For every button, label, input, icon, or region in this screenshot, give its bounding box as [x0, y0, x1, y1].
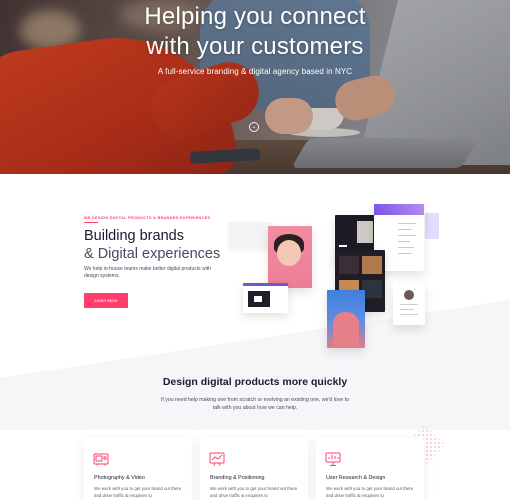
collage-window-card — [243, 283, 288, 313]
learn-more-button[interactable]: Learn More — [84, 293, 128, 308]
service-card-title: User Research & Design — [326, 475, 386, 481]
list-line — [398, 229, 412, 230]
gallery-thumb — [339, 256, 359, 274]
dark-card-photo — [357, 221, 373, 243]
list-line — [398, 241, 410, 242]
list-line — [398, 223, 416, 224]
design-section-title: Design digital products more quickly — [162, 376, 348, 388]
eyebrow-underline — [84, 222, 98, 223]
profile-line — [400, 314, 418, 315]
camera-video-icon — [93, 452, 109, 466]
service-card-title: Photography & Video — [94, 475, 145, 481]
list-line — [398, 253, 412, 254]
brand-eyebrow: WE DESIGN DIGITAL PRODUCTS & BRANDED EXP… — [84, 216, 211, 220]
hero-title: Helping you connect with your customers — [0, 2, 510, 62]
collage-lilac-card — [425, 213, 439, 239]
service-card-photography[interactable]: Photography & Video We work with you to … — [84, 438, 192, 500]
avatar — [404, 290, 414, 300]
list-line — [398, 247, 414, 248]
profile-line — [400, 309, 414, 310]
service-card-description: We work with you to get your brand out t… — [326, 486, 414, 498]
collage-architecture-image — [327, 290, 365, 348]
collage-profile-card — [393, 283, 425, 325]
chart-board-icon — [209, 452, 225, 466]
brand-title-line1: Building brands — [84, 228, 184, 244]
window-titlebar — [243, 283, 288, 286]
collage-portrait-image — [268, 226, 312, 288]
gallery-thumb — [362, 280, 382, 298]
hero-title-line2: with your customers — [146, 33, 364, 60]
service-card-user-research[interactable]: User Research & Design We work with you … — [316, 438, 424, 500]
service-card-branding[interactable]: Branding & Positioning We work with you … — [200, 438, 308, 500]
list-line — [398, 235, 416, 236]
dark-card-label — [339, 245, 347, 247]
scroll-down-button[interactable]: ⌄ — [249, 122, 259, 132]
portrait-face — [277, 240, 301, 266]
profile-line — [400, 304, 418, 305]
service-card-description: We work with you to get your brand out t… — [94, 486, 182, 498]
presentation-icon — [325, 452, 341, 466]
hero-section: Helping you connect with your customers … — [0, 0, 510, 174]
window-screen — [248, 291, 270, 307]
chevron-down-icon: ⌄ — [251, 124, 257, 130]
brand-description: We help in-house teams make better digit… — [84, 266, 211, 279]
gallery-thumb — [362, 256, 382, 274]
hero-title-line1: Helping you connect — [144, 3, 366, 30]
service-card-title: Branding & Positioning — [210, 475, 265, 481]
brand-title-line2: & Digital experiences — [84, 246, 221, 262]
architecture-arch — [333, 312, 359, 348]
window-screen-content — [254, 296, 262, 302]
service-card-description: We work with you to get your brand out t… — [210, 486, 298, 498]
design-section-description: If you need help making one from scratch… — [160, 397, 350, 411]
hero-subtitle: A full-service branding & digital agency… — [157, 67, 353, 76]
collage-grey-card — [229, 222, 272, 248]
